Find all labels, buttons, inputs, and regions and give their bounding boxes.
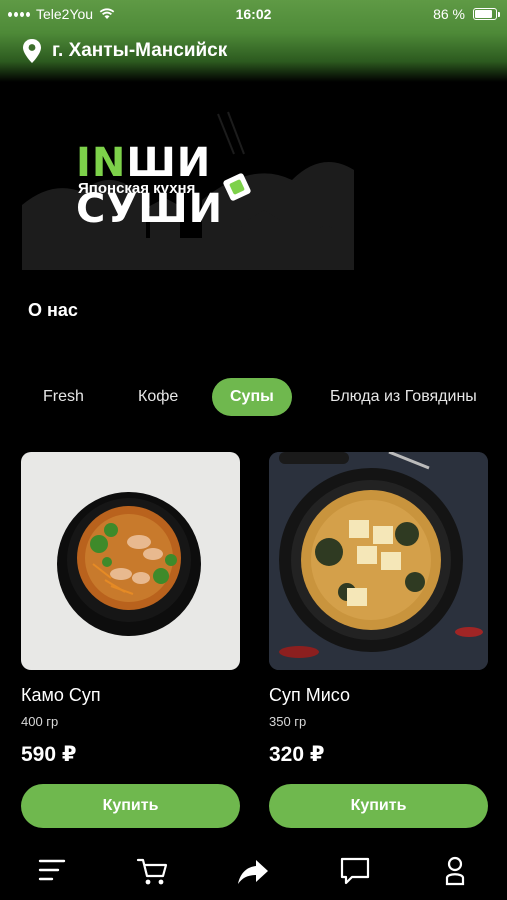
product-card[interactable]: Камо Суп 400 гр 590 ₽ Купить	[21, 452, 240, 828]
category-tabs: Fresh Кофе Супы Блюда из Говядины	[0, 378, 507, 416]
tab-beef-dishes[interactable]: Блюда из Говядины	[330, 378, 477, 416]
buy-button[interactable]: Купить	[269, 784, 488, 828]
clock: 16:02	[235, 6, 272, 22]
profile-icon[interactable]	[438, 854, 472, 888]
miso-soup-photo	[269, 452, 488, 670]
tab-soups[interactable]: Супы	[212, 378, 292, 416]
tab-coffee[interactable]: Кофе	[138, 378, 178, 416]
product-card[interactable]: Суп Мисо 350 гр 320 ₽ Купить	[269, 452, 488, 828]
tab-fresh[interactable]: Fresh	[43, 378, 84, 416]
battery-percent: 86 %	[433, 6, 465, 22]
city-name: г. Ханты-Мансийск	[52, 40, 228, 61]
product-weight: 350 гр	[269, 714, 307, 729]
bottom-nav	[0, 840, 507, 900]
product-image[interactable]	[21, 452, 240, 670]
brand-banner[interactable]: INШИ СУШИ Японская кухня	[22, 110, 354, 270]
product-name: Камо Суп	[21, 685, 101, 705]
city-selector[interactable]: г. Ханты-Мансийск	[22, 38, 227, 64]
sushi-logo-icon	[223, 173, 251, 201]
kamo-soup-photo	[57, 492, 201, 636]
battery-icon	[473, 8, 500, 20]
product-price: 590 ₽	[21, 743, 77, 766]
share-icon[interactable]	[236, 854, 270, 888]
status-bar: Tele2You 16:02 86 %	[0, 0, 507, 28]
buy-button[interactable]: Купить	[21, 784, 240, 828]
about-link[interactable]: О нас	[28, 300, 78, 321]
chat-icon[interactable]	[338, 854, 372, 888]
cart-icon[interactable]	[135, 854, 169, 888]
product-weight: 400 гр	[21, 714, 59, 729]
menu-icon[interactable]	[36, 854, 70, 888]
product-name: Суп Мисо	[269, 685, 351, 705]
product-image[interactable]	[269, 452, 488, 670]
product-price: 320 ₽	[269, 743, 325, 766]
battery-info: 86 %	[433, 6, 500, 22]
brand-subtitle: Японская кухня	[78, 180, 196, 197]
location-pin-icon	[23, 39, 41, 63]
